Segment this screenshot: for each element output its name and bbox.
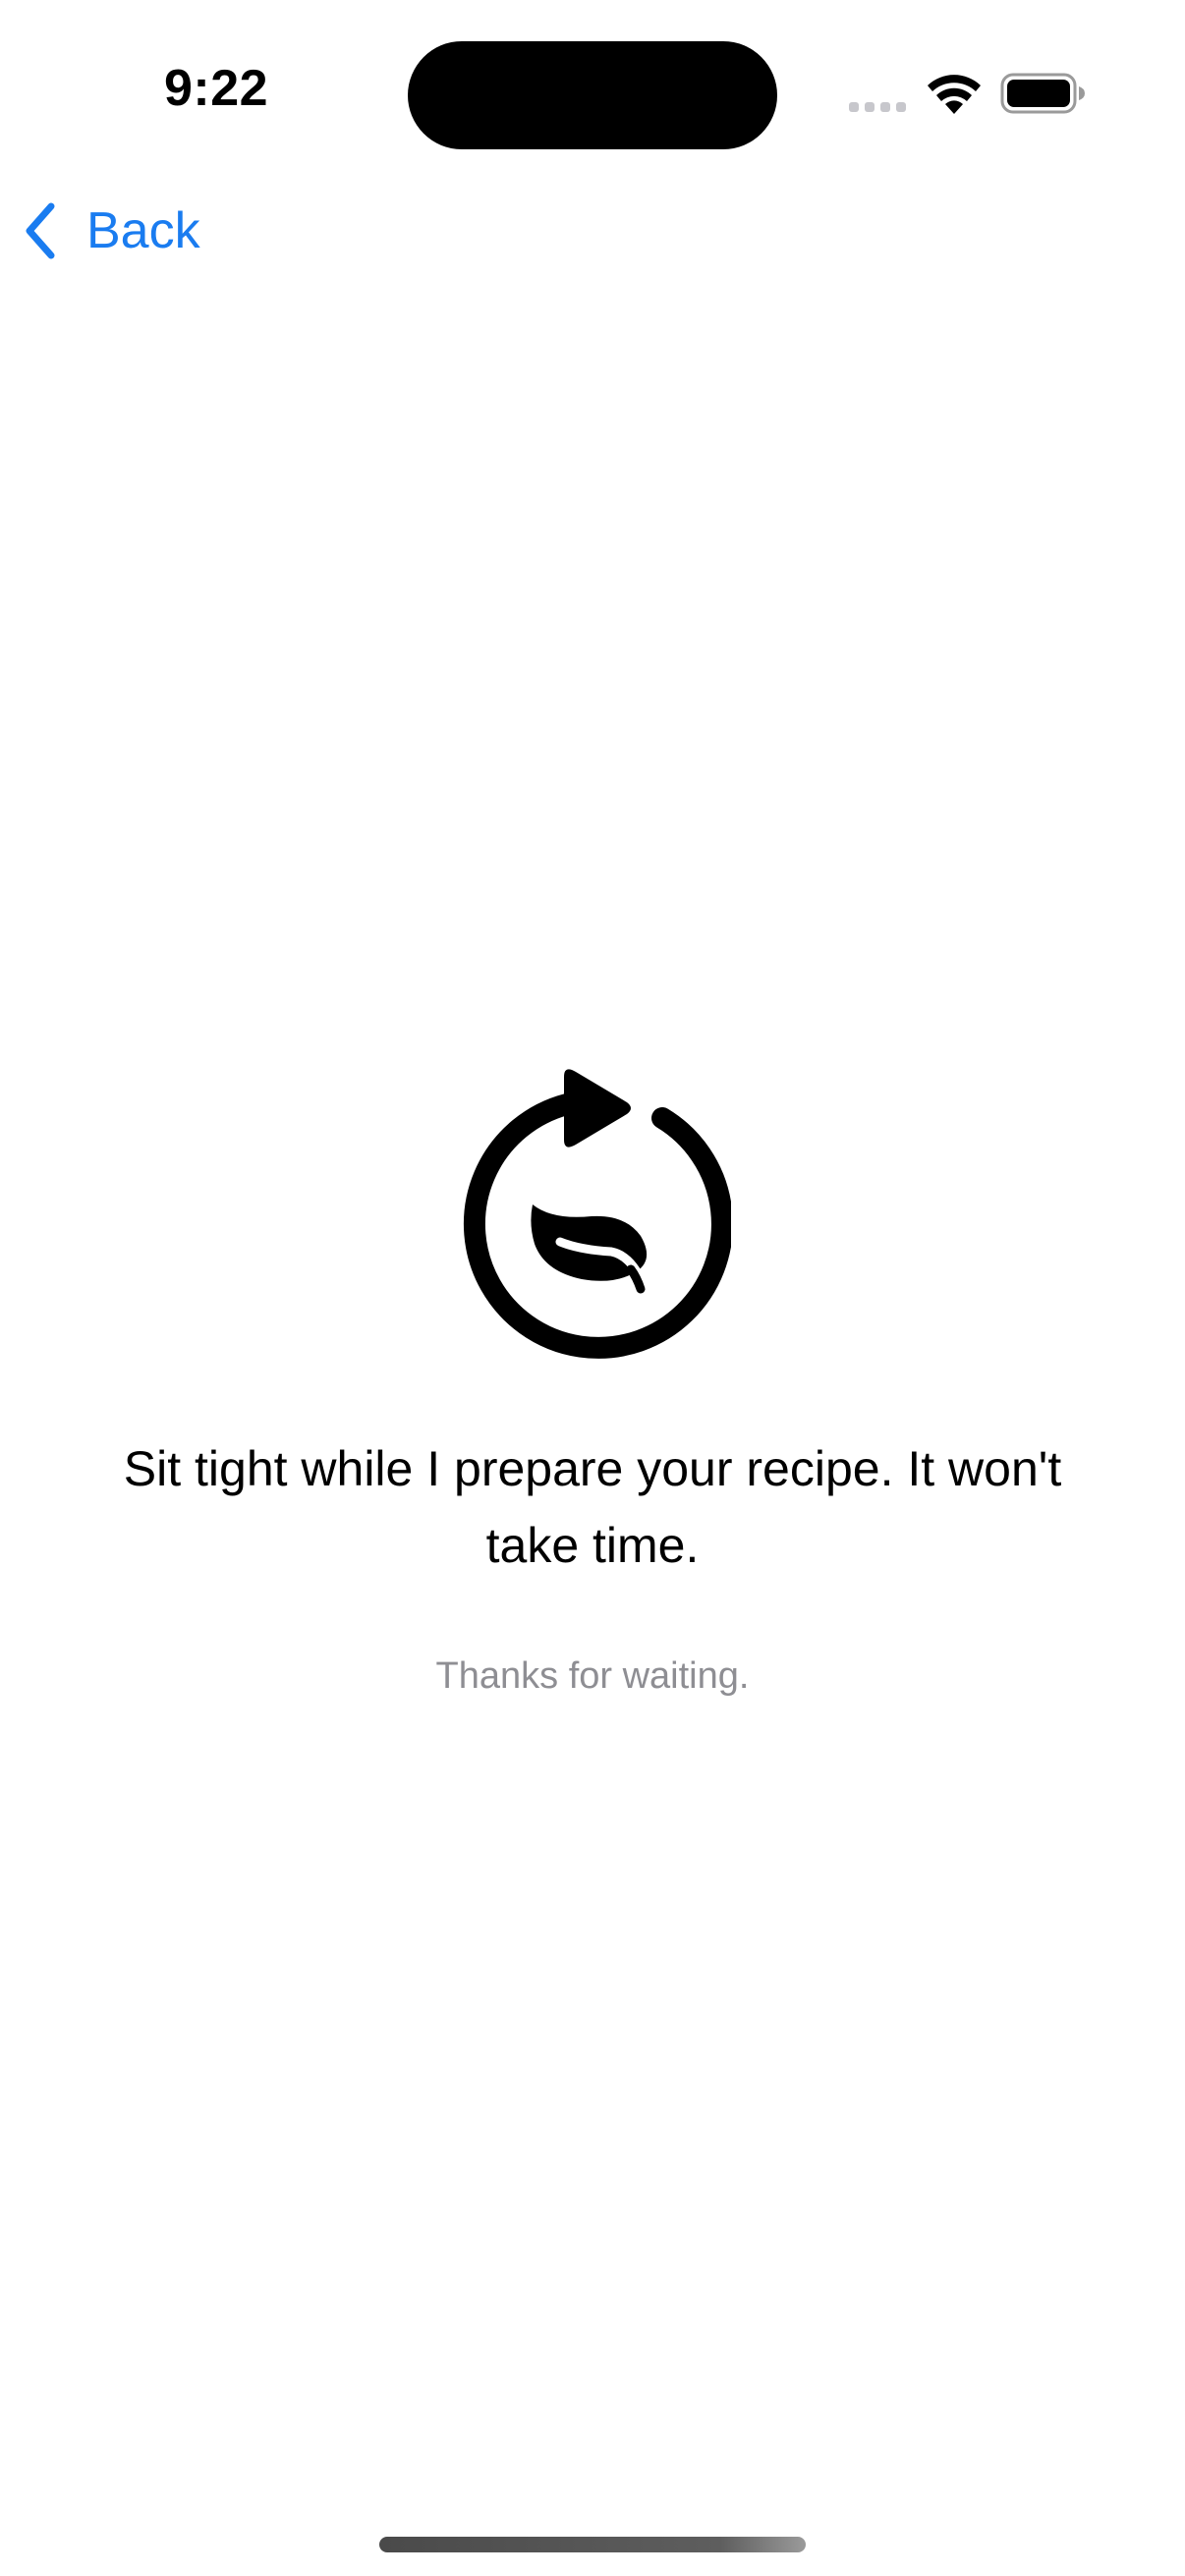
status-time: 9:22: [163, 60, 269, 117]
status-bar: 9:22: [0, 0, 1185, 187]
dynamic-island: [408, 41, 777, 149]
battery-icon: [1000, 73, 1085, 114]
navigation-bar: Back: [0, 187, 1185, 275]
back-label: Back: [86, 202, 200, 259]
chevron-left-icon: [26, 202, 55, 259]
loading-message: Sit tight while I prepare your recipe. I…: [123, 1441, 1062, 1573]
home-indicator[interactable]: [379, 2537, 806, 2552]
signal-dots-icon: [849, 102, 906, 112]
back-button[interactable]: Back: [22, 200, 200, 261]
loading-sub-message: Thanks for waiting.: [435, 1655, 750, 1697]
refresh-leaf-icon: [463, 1069, 731, 1359]
wifi-icon: [928, 75, 981, 114]
